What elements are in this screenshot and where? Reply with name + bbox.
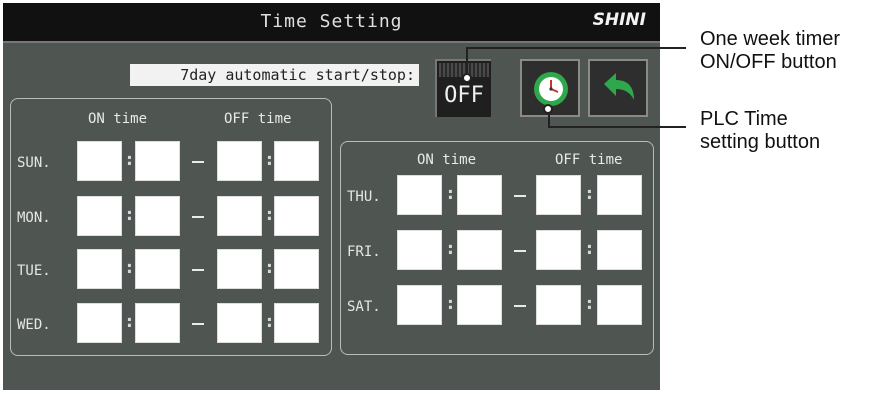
on-minute-field[interactable] xyxy=(457,285,502,325)
off-hour-field[interactable] xyxy=(217,141,262,181)
day-label: WED. xyxy=(17,317,51,333)
plc-callout-dot xyxy=(543,104,553,114)
day-label: THU. xyxy=(347,189,381,205)
auto-start-stop-label: 7day automatic start/stop: xyxy=(130,64,419,86)
on-hour-field[interactable] xyxy=(397,230,442,270)
off-hour-field[interactable] xyxy=(536,285,581,325)
weekday-group-left: ON time OFF time SUN. : : MON. : : TUE. … xyxy=(10,98,332,356)
day-label: MON. xyxy=(17,210,51,226)
range-dash xyxy=(514,250,526,252)
time-colon: : xyxy=(445,183,456,204)
day-label: SUN. xyxy=(17,155,51,171)
weekday-group-right: ON time OFF time THU. : : FRI. : : SAT. … xyxy=(340,141,654,355)
off-hour-field[interactable] xyxy=(536,175,581,215)
on-time-header: ON time xyxy=(417,152,477,168)
off-minute-field[interactable] xyxy=(274,196,319,236)
on-minute-field[interactable] xyxy=(135,249,180,289)
off-minute-field[interactable] xyxy=(274,249,319,289)
time-colon: : xyxy=(124,257,135,278)
back-button[interactable] xyxy=(588,59,648,117)
day-label: FRI. xyxy=(347,244,381,260)
range-dash xyxy=(192,323,204,325)
back-arrow-icon xyxy=(604,73,634,100)
off-minute-field[interactable] xyxy=(597,230,642,270)
timer-annotation-line2: ON/OFF button xyxy=(700,51,837,73)
week-timer-toggle-button[interactable]: OFF xyxy=(435,59,491,117)
off-hour-field[interactable] xyxy=(536,230,581,270)
off-time-header: OFF time xyxy=(555,152,623,168)
off-hour-field[interactable] xyxy=(217,249,262,289)
on-hour-field[interactable] xyxy=(77,196,122,236)
off-minute-field[interactable] xyxy=(597,175,642,215)
on-hour-field[interactable] xyxy=(397,285,442,325)
on-hour-field[interactable] xyxy=(397,175,442,215)
off-hour-field[interactable] xyxy=(217,303,262,343)
time-colon: : xyxy=(124,311,135,332)
time-colon: : xyxy=(445,238,456,259)
off-minute-field[interactable] xyxy=(597,285,642,325)
brand-logo: SHINI xyxy=(592,10,646,30)
range-dash xyxy=(514,305,526,307)
plc-annotation: PLC Time setting button xyxy=(700,108,820,154)
plc-annotation-line2: setting button xyxy=(700,131,821,153)
time-colon: : xyxy=(445,293,456,314)
on-minute-field[interactable] xyxy=(135,141,180,181)
timer-callout-line xyxy=(466,47,686,49)
day-label: TUE. xyxy=(17,263,51,279)
page-title: Time Setting xyxy=(260,11,403,32)
time-colon: : xyxy=(584,183,595,204)
range-dash xyxy=(192,161,204,163)
timer-callout-dot xyxy=(462,73,472,83)
week-timer-toggle-label: OFF xyxy=(444,83,484,108)
off-time-header: OFF time xyxy=(224,111,292,127)
on-hour-field[interactable] xyxy=(77,249,122,289)
off-hour-field[interactable] xyxy=(217,196,262,236)
time-colon: : xyxy=(584,238,595,259)
timer-annotation: One week timer ON/OFF button xyxy=(700,28,840,74)
off-minute-field[interactable] xyxy=(274,303,319,343)
off-minute-field[interactable] xyxy=(274,141,319,181)
on-minute-field[interactable] xyxy=(457,175,502,215)
on-minute-field[interactable] xyxy=(135,196,180,236)
range-dash xyxy=(192,216,204,218)
clock-icon xyxy=(534,72,568,106)
title-bar: Time Setting SHINI xyxy=(3,3,660,43)
on-hour-field[interactable] xyxy=(77,141,122,181)
on-hour-field[interactable] xyxy=(77,303,122,343)
time-colon: : xyxy=(584,293,595,314)
timer-annotation-line1: One week timer xyxy=(700,28,841,50)
on-minute-field[interactable] xyxy=(457,230,502,270)
hmi-screen: Time Setting SHINI 7day automatic start/… xyxy=(3,3,660,390)
on-minute-field[interactable] xyxy=(135,303,180,343)
plc-annotation-line1: PLC Time xyxy=(700,108,788,130)
time-colon: : xyxy=(124,204,135,225)
on-time-header: ON time xyxy=(88,111,148,127)
range-dash xyxy=(514,195,526,197)
time-colon: : xyxy=(124,149,135,170)
day-label: SAT. xyxy=(347,299,381,315)
range-dash xyxy=(192,269,204,271)
plc-callout-line xyxy=(548,126,686,128)
